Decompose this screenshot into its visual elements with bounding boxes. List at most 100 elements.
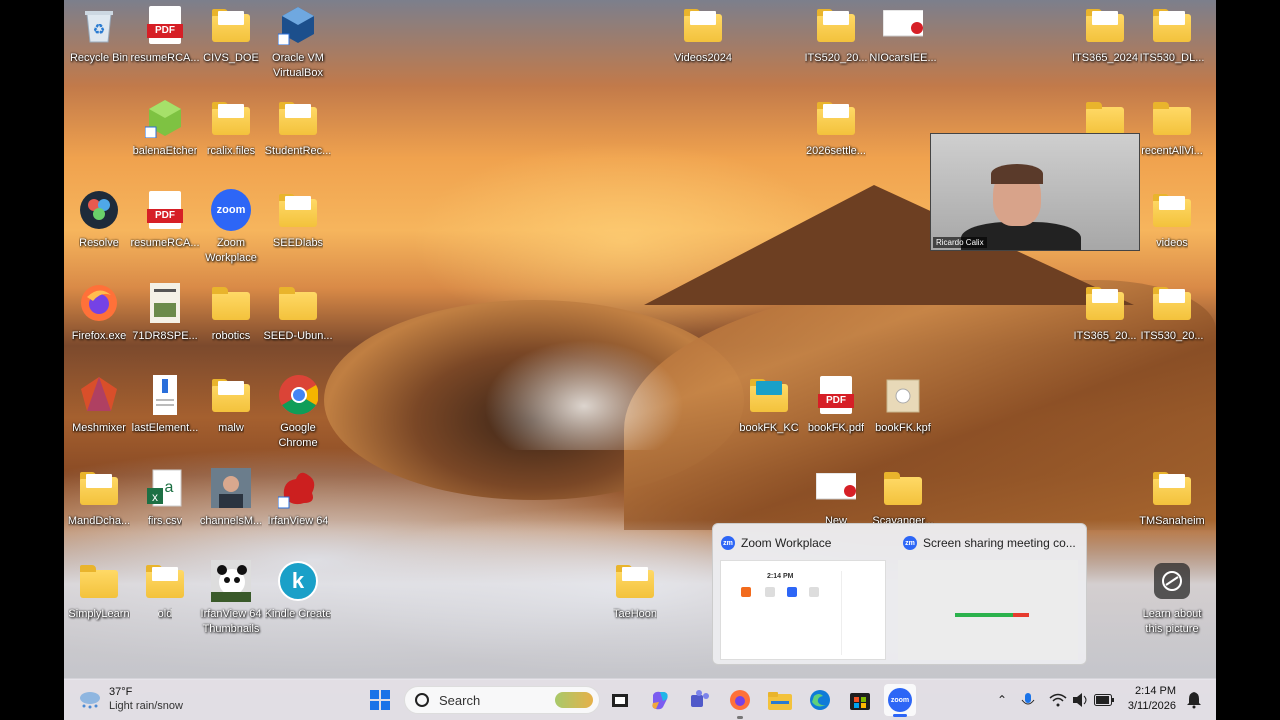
desktop-icon-bookfk-pdf[interactable]: PDF bookFK.pdf: [801, 375, 871, 436]
zoom-taskbar-button[interactable]: zoom: [884, 684, 916, 717]
desktop-icon-irfanview-64[interactable]: IrfanView 64: [263, 468, 333, 529]
desktop-icon-channelsm[interactable]: channelsM...: [196, 468, 266, 529]
folder-icon: [1153, 9, 1191, 42]
desktop-icon-seedlabs[interactable]: SEEDlabs: [263, 190, 333, 251]
search-placeholder: Search: [439, 692, 481, 708]
preview-window-2-title: Screen sharing meeting co...: [923, 536, 1076, 550]
folder-icon: [1086, 287, 1124, 320]
desktop-icon-firs-csv[interactable]: ax firs.csv: [130, 468, 200, 529]
desktop-icon-tmsanaheim[interactable]: TMSanaheim: [1137, 468, 1207, 529]
weather-widget[interactable]: 37°F Light rain/snow: [78, 685, 218, 715]
desktop-icon-seed-ubuntu[interactable]: SEED-Ubun...: [263, 283, 333, 344]
show-hidden-icons-button[interactable]: ⌃: [990, 688, 1014, 712]
desktop-icon-recycle-bin[interactable]: ♻ Recycle Bin: [64, 5, 134, 66]
microphone-button[interactable]: [1016, 688, 1040, 712]
wallpaper-smoke: [484, 340, 684, 450]
book-cover-icon: [145, 283, 185, 323]
bell-icon: [1187, 692, 1201, 709]
desktop-icon-resolve[interactable]: Resolve: [64, 190, 134, 251]
desktop-icon-firefox[interactable]: Firefox.exe: [64, 283, 134, 344]
desktop-icon-recentallvi[interactable]: recentAllVi...: [1137, 98, 1207, 159]
store-icon: [850, 693, 870, 710]
folder-icon: [146, 565, 184, 598]
desktop-icon-studentrec[interactable]: StudentRec...: [263, 98, 333, 159]
desktop-icon-rcalix-files[interactable]: rcalix.files: [196, 98, 266, 159]
folder-icon: [1153, 287, 1191, 320]
svg-text:a: a: [165, 479, 174, 496]
copilot-button[interactable]: [648, 688, 672, 712]
desktop-icon-balenaetcher[interactable]: balenaEtcher: [130, 98, 200, 159]
folder-icon: [884, 472, 922, 505]
desktop-icon-taehoon[interactable]: TaeHoon: [600, 561, 670, 622]
svg-text:♻: ♻: [93, 21, 106, 37]
desktop-icon-old[interactable]: old: [130, 561, 200, 622]
virtualbox-icon: [278, 5, 318, 45]
notifications-button[interactable]: [1182, 688, 1206, 712]
desktop-icon-videos2024[interactable]: Videos2024: [668, 5, 738, 66]
start-button[interactable]: [368, 688, 392, 712]
pdf-document-icon: [816, 468, 856, 508]
task-view-button[interactable]: [608, 688, 632, 712]
desktop-icon-its365-20[interactable]: ITS365_20...: [1070, 283, 1140, 344]
desktop-icon-civs-doe[interactable]: CIVS_DOE: [196, 5, 266, 66]
file-explorer-button[interactable]: [768, 688, 792, 712]
desktop-icon-resume-1[interactable]: PDF resumeRCA...: [130, 5, 200, 66]
kindle-create-icon: k: [278, 561, 318, 601]
wifi-icon: [1049, 693, 1067, 707]
edge-button[interactable]: [808, 688, 832, 712]
panda-icon: [211, 560, 251, 602]
preview-window-2[interactable]: zm Screen sharing meeting co...: [903, 534, 1083, 552]
excel-csv-icon: ax: [145, 468, 185, 508]
folder-icon: [684, 9, 722, 42]
preview-thumbnail-zoom-workplace[interactable]: 2:14 PM: [720, 560, 886, 660]
desktop-icon-its530-20[interactable]: ITS530_20...: [1137, 283, 1207, 344]
desktop-icon-its520[interactable]: ITS520_20...: [801, 5, 871, 66]
desktop-icon-zoom-workplace[interactable]: zoom Zoom Workplace: [196, 189, 266, 266]
desktop-icon-oracle-virtualbox[interactable]: Oracle VM VirtualBox: [263, 5, 333, 81]
folder-icon: [1086, 9, 1124, 42]
desktop-icon-manddcha[interactable]: MandDcha...: [64, 468, 134, 529]
desktop-icon-meshmixer[interactable]: Meshmixer: [64, 375, 134, 436]
teams-button[interactable]: [688, 688, 712, 712]
firefox-icon: [730, 690, 750, 710]
photo-thumbnail-icon: [211, 468, 251, 508]
microsoft-store-button[interactable]: [848, 688, 872, 712]
file-explorer-icon: [768, 692, 792, 710]
volume-button[interactable]: [1068, 688, 1092, 712]
taskbar-thumbnail-preview: zm Zoom Workplace zm Screen sharing meet…: [712, 523, 1087, 665]
desktop-icon-robotics[interactable]: robotics: [196, 283, 266, 344]
folder-icon: [616, 565, 654, 598]
zoom-icon: zoom: [888, 688, 912, 712]
clock[interactable]: 2:14 PM 3/11/2026: [1120, 685, 1176, 715]
desktop-icon-bookfk-kc[interactable]: bookFK_KC: [734, 375, 804, 436]
windows-icon: [370, 690, 390, 710]
firefox-taskbar-button[interactable]: [728, 688, 752, 719]
desktop-icon-google-chrome[interactable]: Google Chrome: [263, 375, 333, 451]
preview-window-1[interactable]: zm Zoom Workplace: [721, 534, 891, 552]
desktop-icon-new[interactable]: New: [801, 468, 871, 529]
preview-thumbnail-screen-sharing[interactable]: [898, 560, 1078, 660]
desktop-icon-learn-about-picture[interactable]: Learn about this picture: [1137, 561, 1207, 637]
battery-button[interactable]: [1092, 688, 1116, 712]
desktop-icon-niocars[interactable]: NIOcarsIEE...: [868, 5, 938, 66]
desktop-icon-71dr8spe[interactable]: 71DR8SPE...: [130, 283, 200, 344]
desktop-icon-kindle-create[interactable]: k Kindle Create: [263, 561, 333, 622]
desktop-icon-scavanger[interactable]: Scavanger...: [868, 468, 938, 529]
desktop-icon-irfanview-thumbnails[interactable]: IrfanView 64 Thumbnails: [196, 560, 266, 637]
desktop-icon-resume-2[interactable]: PDF resumeRCA...: [130, 190, 200, 251]
desktop-icon-lastelement[interactable]: lastElement...: [130, 375, 200, 436]
edge-icon: [810, 690, 830, 710]
taskbar-search-box[interactable]: Search: [404, 686, 600, 714]
desktop-icon-videos[interactable]: videos: [1137, 190, 1207, 251]
desktop-icon-simplylearn[interactable]: SimplyLearn: [64, 561, 134, 622]
desktop-icon-malw[interactable]: malw: [196, 375, 266, 436]
desktop-icon-2026settle[interactable]: 2026settle...: [801, 98, 871, 159]
desktop-icon-unlabeled-folder[interactable]: [1070, 98, 1140, 138]
pdf-document-icon: [883, 5, 923, 45]
desktop-icon-bookfk-kpf[interactable]: bookFK.kpf: [868, 375, 938, 436]
chrome-icon: [278, 375, 318, 415]
desktop-icon-its365-2024[interactable]: ITS365_2024: [1070, 5, 1140, 66]
folder-icon: [1153, 102, 1191, 135]
desktop-icon-its530-dl[interactable]: ITS530_DL...: [1137, 5, 1207, 66]
wifi-button[interactable]: [1046, 688, 1070, 712]
